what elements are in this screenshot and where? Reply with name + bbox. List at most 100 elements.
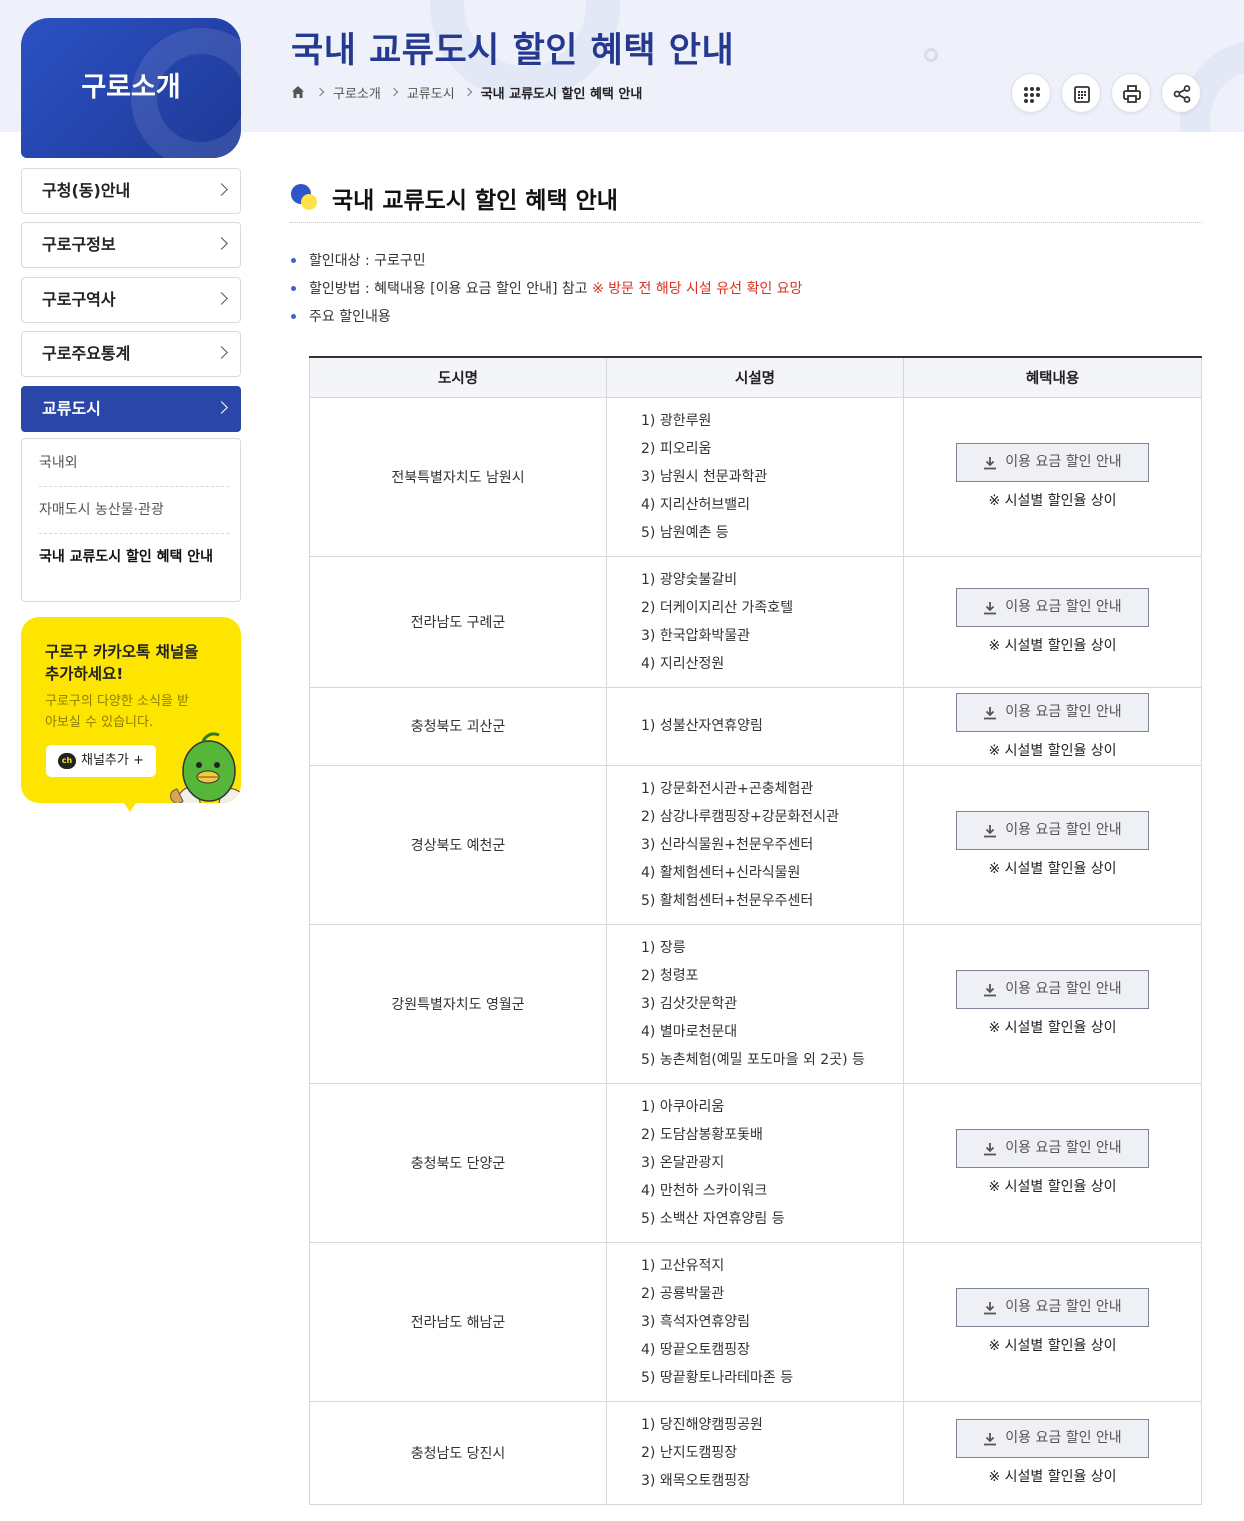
download-icon [984,984,996,997]
calendar-button[interactable] [1061,73,1101,113]
facility-item: 3) 김삿갓문학관 [641,995,738,1012]
sidebar-item-label: 구청(동)안내 [42,181,131,200]
download-button-label: 이용 요금 할인 안내 [1005,822,1122,838]
download-icon [984,1143,996,1156]
discount-rate-note: ※ 시설별 할인율 상이 [988,861,1117,877]
calendar-icon [1074,86,1090,103]
breadcrumb-item[interactable]: 구로소개 [333,83,381,102]
discount-rate-note: ※ 시설별 할인율 상이 [988,638,1117,654]
download-fee-discount-button[interactable]: 이용 요금 할인 안내 [956,1129,1149,1168]
download-button-label: 이용 요금 할인 안내 [1005,1430,1122,1446]
download-button-label: 이용 요금 할인 안내 [1005,454,1122,470]
benefit-cell: 이용 요금 할인 안내 ※ 시설별 할인율 상이 [903,923,1202,1084]
facility-item: 5) 소백산 자연휴양림 등 [641,1210,785,1227]
column-header-city: 도시명 [309,357,607,398]
download-fee-discount-button[interactable]: 이용 요금 할인 안내 [956,692,1149,732]
sidebar-item-office-info[interactable]: 구청(동)안내 [21,168,241,214]
download-fee-discount-button[interactable]: 이용 요금 할인 안내 [956,811,1149,850]
download-button-label: 이용 요금 할인 안내 [1005,1299,1122,1315]
facility-item: 4) 만천하 스카이워크 [641,1182,768,1199]
city-cell: 강원특별자치도 영월군 [309,923,607,1084]
home-icon[interactable] [291,85,305,99]
table-row: 충청남도 당진시 1) 당진해양캠핑공원 2) 난지도캠핑장 3) 왜목오토캠핑장 이용… [309,1400,1202,1505]
list-item: 할인방법 : 혜택내용 [이용 요금 할인 안내] 참고 ※ 방문 전 해당 시… [290,279,1200,307]
sidebar-title-panel: 구로소개 [21,18,241,158]
warning-note: ※ 방문 전 해당 시설 유선 확인 요망 [592,281,803,297]
divider [290,222,1202,223]
download-fee-discount-button[interactable]: 이용 요금 할인 안내 [956,1288,1149,1327]
facility-cell: 1) 광양숯불갈비 2) 더케이지리산 가족호텔 3) 한국압화박물관 4) 지리산정… [606,555,904,688]
sidebar-item-label: 구로구정보 [42,235,116,254]
add-channel-label: 채널추가 + [81,753,144,768]
table-row: 강원특별자치도 영월군 1) 장릉 2) 청령포 3) 김삿갓문학관 4) 별마로천문대… [309,923,1202,1084]
table-row: 충청북도 괴산군 1) 성불산자연휴양림 이용 요금 할인 안내 ※ 시설별 할인율 … [309,686,1202,766]
facility-item: 4) 활체험센터+신라식물원 [641,864,801,881]
benefit-cell: 이용 요금 할인 안내 ※ 시설별 할인율 상이 [903,1241,1202,1402]
facility-cell: 1) 아쿠아리움 2) 도담삼봉황포돛배 3) 온달관광지 4) 만천하 스카이워크 5… [606,1082,904,1243]
chevron-right-icon [389,87,399,97]
kakao-channel-icon: ch [58,753,76,769]
download-icon [984,1433,996,1446]
facility-item: 2) 공룡박물관 [641,1285,725,1302]
download-button-label: 이용 요금 할인 안내 [1005,703,1122,720]
benefit-cell: 이용 요금 할인 안내 ※ 시설별 할인율 상이 [903,555,1202,688]
share-button[interactable] [1161,73,1201,113]
download-fee-discount-button[interactable]: 이용 요금 할인 안내 [956,970,1149,1009]
facility-cell: 1) 강문화전시관+곤충체험관 2) 삼강나루캠핑장+강문화전시관 3) 신라식물원… [606,764,904,925]
city-cell: 충청남도 당진시 [309,1400,607,1505]
apps-icon [1024,87,1040,103]
facility-item: 5) 땅끝황토나라테마존 등 [641,1369,794,1386]
print-button[interactable] [1111,73,1151,113]
facility-item: 2) 삼강나루캠핑장+강문화전시관 [641,808,839,825]
facility-item: 3) 한국압화박물관 [641,627,750,644]
submenu-item-discount-benefits[interactable]: 국내 교류도시 할인 혜택 안내 [39,546,229,568]
kakao-channel-banner: 구로구 카카오톡 채널을 추가하세요! 구로구의 다양한 소식을 받아보실 수 … [21,617,241,803]
facility-item: 1) 고산유적지 [641,1257,725,1274]
submenu-item-domestic-foreign[interactable]: 국내외 [39,452,229,474]
facility-item: 5) 남원예촌 등 [641,524,729,541]
facility-cell: 1) 고산유적지 2) 공룡박물관 3) 흑석자연휴양림 4) 땅끝오토캠핑장 5) 땅… [606,1241,904,1402]
table-header-row: 도시명 시설명 혜택내용 [309,357,1202,398]
submenu-item-sister-city-products[interactable]: 자매도시 농산물·관광 [39,499,229,521]
table-row: 전북특별자치도 남원시 1) 광한루원 2) 피오리움 3) 남원시 천문과학관 4) … [309,396,1202,557]
download-fee-discount-button[interactable]: 이용 요금 할인 안내 [956,588,1149,627]
sidebar-title: 구로소개 [81,72,181,103]
benefit-cell: 이용 요금 할인 안내 ※ 시설별 할인율 상이 [903,764,1202,925]
city-cell: 전라남도 해남군 [309,1241,607,1402]
facility-item: 3) 신라식물원+천문우주센터 [641,836,814,853]
banner-tail [122,800,138,812]
sidebar-item-guro-info[interactable]: 구로구정보 [21,222,241,268]
section-bullet-icon [291,184,317,210]
breadcrumb: 구로소개 교류도시 국내 교류도시 할인 혜택 안내 [291,82,642,102]
download-button-label: 이용 요금 할인 안내 [1005,981,1122,997]
sidebar-item-exchange-cities[interactable]: 교류도시 [21,386,241,432]
download-icon [984,825,996,838]
apps-button[interactable] [1011,73,1051,113]
sidebar-item-label: 구로구역사 [42,290,116,309]
list-item: 주요 할인내용 [290,307,1200,335]
page-title: 국내 교류도시 할인 혜택 안내 [291,31,735,71]
facility-cell: 1) 성불산자연휴양림 [606,686,904,766]
download-fee-discount-button[interactable]: 이용 요금 할인 안내 [956,1419,1149,1458]
column-header-facility: 시설명 [606,357,904,398]
facility-item: 1) 장릉 [641,939,686,956]
facility-cell: 1) 당진해양캠핑공원 2) 난지도캠핑장 3) 왜목오토캠핑장 [606,1400,904,1505]
facility-cell: 1) 광한루원 2) 피오리움 3) 남원시 천문과학관 4) 지리산허브밸리 5) 남… [606,396,904,557]
facility-item: 5) 활체험센터+천문우주센터 [641,892,814,909]
discount-rate-note: ※ 시설별 할인율 상이 [988,1020,1117,1036]
chevron-right-icon [315,87,325,97]
city-cell: 경상북도 예천군 [309,764,607,925]
sidebar-item-history[interactable]: 구로구역사 [21,277,241,323]
sidebar-item-statistics[interactable]: 구로주요통계 [21,331,241,377]
breadcrumb-item[interactable]: 교류도시 [407,83,455,102]
city-cell: 전북특별자치도 남원시 [309,396,607,557]
download-icon [984,602,996,615]
facility-item: 1) 당진해양캠핑공원 [641,1416,763,1433]
discount-method: 할인방법 : 혜택내용 [이용 요금 할인 안내] 참고 [309,281,593,297]
discount-rate-note: ※ 시설별 할인율 상이 [988,1469,1117,1485]
facility-item: 1) 강문화전시관+곤충체험관 [641,780,814,797]
add-channel-button[interactable]: ch 채널추가 + [46,745,156,777]
facility-item: 2) 피오리움 [641,440,712,457]
download-fee-discount-button[interactable]: 이용 요금 할인 안내 [956,443,1149,482]
benefit-cell: 이용 요금 할인 안내 ※ 시설별 할인율 상이 [903,1400,1202,1505]
